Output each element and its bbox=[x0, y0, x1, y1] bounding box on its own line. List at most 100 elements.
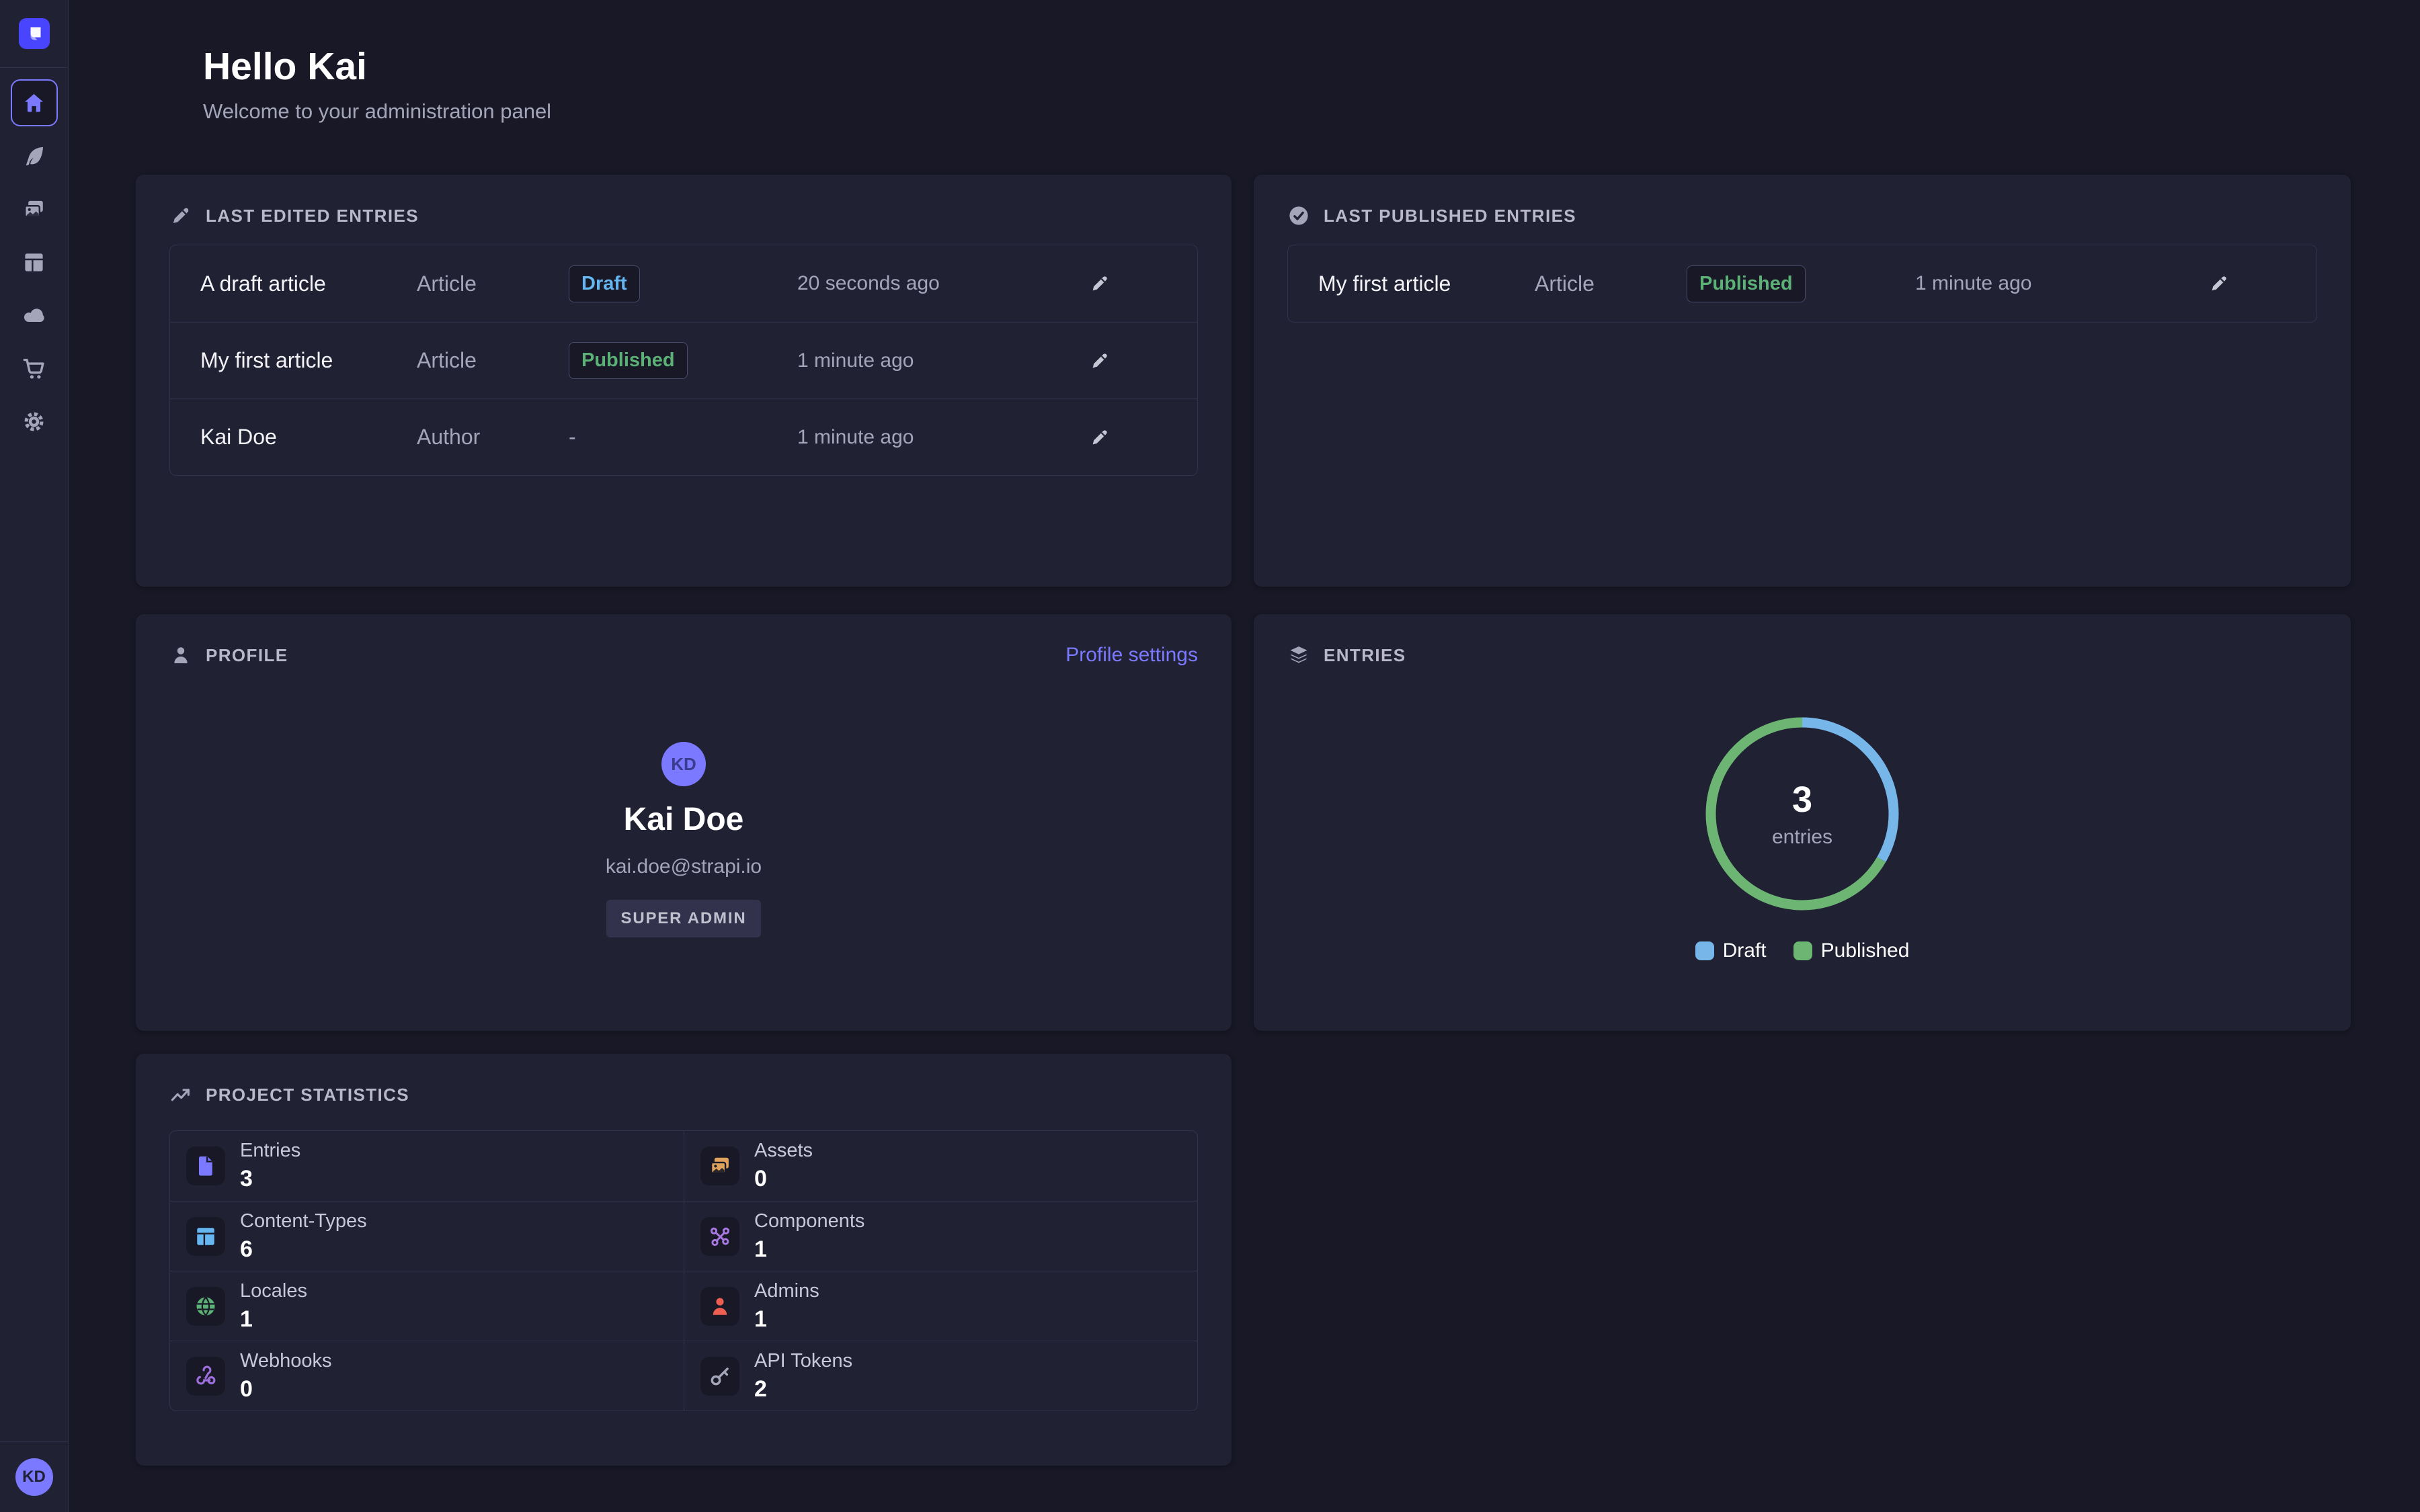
globe-icon bbox=[186, 1287, 225, 1326]
cart-icon bbox=[22, 356, 46, 381]
sidebar-item-content-type-builder[interactable] bbox=[11, 239, 58, 286]
role-badge: SUPER ADMIN bbox=[606, 900, 762, 937]
entry-name: My first article bbox=[1318, 271, 1535, 296]
project-statistics-widget: PROJECT STATISTICS Entries 3 Ass bbox=[136, 1054, 1232, 1466]
stat-value: 1 bbox=[240, 1306, 307, 1333]
stat-value: 3 bbox=[240, 1166, 300, 1192]
stat-label: Content-Types bbox=[240, 1210, 367, 1232]
sidebar-item-cloud[interactable] bbox=[11, 292, 58, 339]
widget-title: LAST PUBLISHED ENTRIES bbox=[1324, 206, 1576, 226]
legend-label: Draft bbox=[1723, 939, 1767, 962]
stat-components: Components 1 bbox=[684, 1201, 1197, 1271]
stat-locales: Locales 1 bbox=[170, 1271, 684, 1341]
gear-icon bbox=[22, 409, 46, 434]
logo-section bbox=[0, 0, 69, 68]
stat-label: Webhooks bbox=[240, 1350, 332, 1372]
cloud-icon bbox=[22, 303, 46, 328]
entry-type: Article bbox=[417, 271, 569, 296]
chart-legend: Draft Published bbox=[1695, 939, 1910, 962]
entries-chart-area: 3 entries Draft Published bbox=[1287, 710, 2317, 962]
trending-up-icon bbox=[169, 1083, 192, 1106]
entry-updated-time: 20 seconds ago bbox=[797, 272, 1033, 295]
last-published-table: My first article Article Published 1 min… bbox=[1287, 245, 2317, 323]
stat-value: 1 bbox=[754, 1306, 819, 1333]
entry-updated-time: 1 minute ago bbox=[797, 349, 1033, 372]
stat-content-types: Content-Types 6 bbox=[170, 1201, 684, 1271]
edit-entry-button[interactable] bbox=[1085, 423, 1115, 452]
legend-item-published: Published bbox=[1793, 939, 1910, 962]
widget-title: PROJECT STATISTICS bbox=[206, 1085, 409, 1105]
stat-label: Locales bbox=[240, 1280, 307, 1302]
status-badge: Published bbox=[1687, 265, 1806, 302]
webhook-icon bbox=[186, 1357, 225, 1396]
entry-type: Author bbox=[417, 425, 569, 450]
layout-icon bbox=[186, 1217, 225, 1256]
layout-icon bbox=[22, 250, 46, 275]
widget-header: ENTRIES bbox=[1287, 644, 2317, 667]
profile-email: kai.doe@strapi.io bbox=[606, 855, 762, 878]
stat-label: Components bbox=[754, 1210, 864, 1232]
images-icon bbox=[700, 1146, 739, 1185]
entry-type: Article bbox=[1535, 271, 1687, 296]
status-empty: - bbox=[569, 425, 797, 450]
puzzle-dots-icon bbox=[700, 1217, 739, 1256]
stats-table: Entries 3 Assets 0 bbox=[169, 1130, 1198, 1411]
sidebar-footer: KD bbox=[0, 1441, 69, 1512]
sidebar-item-settings[interactable] bbox=[11, 398, 58, 445]
entry-type: Article bbox=[417, 348, 569, 373]
last-edited-entries-widget: LAST EDITED ENTRIES A draft article Arti… bbox=[136, 175, 1232, 587]
user-avatar[interactable]: KD bbox=[15, 1458, 53, 1496]
last-edited-table: A draft article Article Draft 20 seconds… bbox=[169, 245, 1198, 476]
stat-label: Assets bbox=[754, 1140, 813, 1162]
page-subtitle: Welcome to your administration panel bbox=[203, 99, 551, 124]
widget-title: PROFILE bbox=[206, 645, 288, 666]
legend-label: Published bbox=[1821, 939, 1910, 962]
entry-name: Kai Doe bbox=[200, 425, 417, 450]
edit-entry-button[interactable] bbox=[1085, 269, 1115, 298]
stat-value: 1 bbox=[754, 1236, 864, 1263]
feather-icon bbox=[22, 144, 46, 169]
table-row: My first article Article Published 1 min… bbox=[1288, 245, 2316, 322]
stat-value: 6 bbox=[240, 1236, 367, 1263]
images-icon bbox=[22, 197, 46, 222]
widget-header: PROJECT STATISTICS bbox=[169, 1083, 1198, 1106]
stack-icon bbox=[1287, 644, 1310, 667]
published-swatch bbox=[1793, 941, 1812, 960]
profile-settings-link[interactable]: Profile settings bbox=[1065, 644, 1198, 667]
strapi-logo[interactable] bbox=[19, 18, 50, 49]
entry-name: A draft article bbox=[200, 271, 417, 296]
stat-value: 0 bbox=[754, 1166, 813, 1192]
entry-updated-time: 1 minute ago bbox=[797, 426, 1033, 449]
sidebar-item-marketplace[interactable] bbox=[11, 345, 58, 392]
donut-chart: 3 entries bbox=[1698, 710, 1906, 918]
sidebar-item-media-library[interactable] bbox=[11, 185, 58, 233]
entry-updated-time: 1 minute ago bbox=[1915, 272, 2152, 295]
stat-api-tokens: API Tokens 2 bbox=[684, 1341, 1197, 1411]
stat-value: 2 bbox=[754, 1376, 852, 1402]
sidebar-item-content-manager[interactable] bbox=[11, 132, 58, 179]
status-badge: Draft bbox=[569, 265, 640, 302]
pencil-icon bbox=[2208, 273, 2230, 294]
edit-entry-button[interactable] bbox=[1085, 346, 1115, 376]
edit-entry-button[interactable] bbox=[2204, 269, 2234, 298]
sidebar: KD bbox=[0, 0, 69, 1512]
strapi-logo-icon bbox=[24, 24, 44, 44]
user-icon bbox=[700, 1287, 739, 1326]
last-published-entries-widget: LAST PUBLISHED ENTRIES My first article … bbox=[1254, 175, 2351, 587]
stat-entries: Entries 3 bbox=[170, 1131, 684, 1201]
stat-label: Admins bbox=[754, 1280, 819, 1302]
stat-value: 0 bbox=[240, 1376, 332, 1402]
widget-header: PROFILE Profile settings bbox=[169, 644, 1198, 667]
entries-widget: ENTRIES 3 entries Draft Published bbox=[1254, 614, 2351, 1031]
widget-header: LAST EDITED ENTRIES bbox=[169, 204, 1198, 227]
sidebar-nav bbox=[11, 79, 58, 445]
entries-count: 3 bbox=[1792, 779, 1812, 821]
sidebar-item-home[interactable] bbox=[11, 79, 58, 126]
stat-webhooks: Webhooks 0 bbox=[170, 1341, 684, 1411]
entry-name: My first article bbox=[200, 348, 417, 373]
table-row: My first article Article Published 1 min… bbox=[170, 322, 1197, 398]
check-circle-icon bbox=[1287, 204, 1310, 227]
table-row: A draft article Article Draft 20 seconds… bbox=[170, 245, 1197, 322]
stat-admins: Admins 1 bbox=[684, 1271, 1197, 1341]
profile-widget: PROFILE Profile settings KD Kai Doe kai.… bbox=[136, 614, 1232, 1031]
